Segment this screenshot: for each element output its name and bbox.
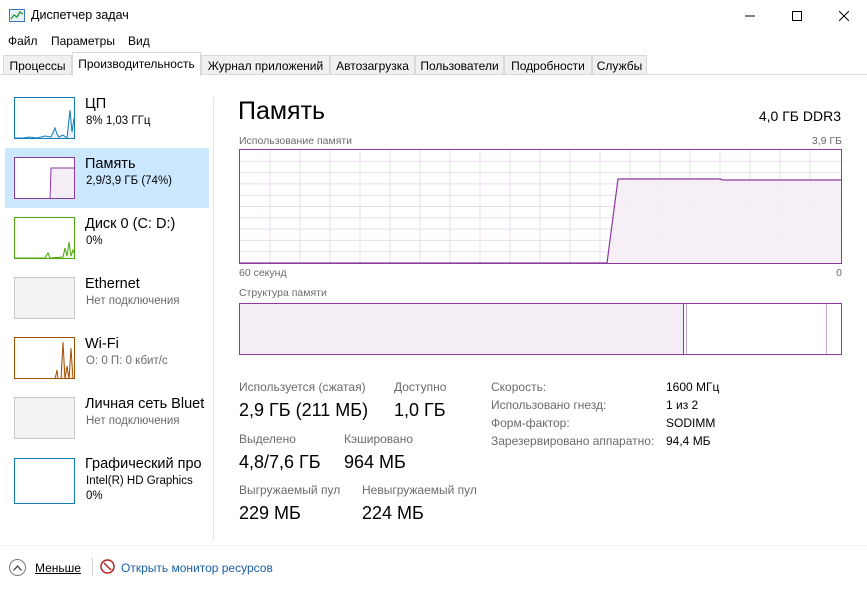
task-manager-icon xyxy=(9,9,25,22)
usage-graph-max: 3,9 ГБ xyxy=(811,135,842,147)
menu-view[interactable]: Вид xyxy=(128,34,150,48)
sidebar-item-sub: 0% xyxy=(86,235,103,247)
form-factor-value: SODIMM xyxy=(666,416,716,430)
in-use-value: 2,9 ГБ (211 МБ) xyxy=(239,400,369,420)
sidebar-item-memory[interactable]: Память 2,9/3,9 ГБ (74%) xyxy=(5,148,209,208)
memory-graph-icon xyxy=(14,157,75,199)
structure-label: Структура памяти xyxy=(239,287,327,299)
window-title: Диспетчер задач xyxy=(31,8,129,22)
structure-in-use xyxy=(240,304,683,354)
sidebar-item-sub: Intel(R) HD Graphics xyxy=(86,475,193,487)
close-button[interactable] xyxy=(821,0,867,31)
form-factor-label: Форм-фактор: xyxy=(491,416,570,430)
committed-value: 4,8/7,6 ГБ xyxy=(239,452,321,472)
tab-details[interactable]: Подробности xyxy=(504,55,592,75)
sidebar-item-sub: 2,9/3,9 ГБ (74%) xyxy=(86,175,173,187)
cached-value: 964 МБ xyxy=(344,452,406,472)
sidebar-item-label: Диск 0 (C: D:) xyxy=(85,216,176,232)
memory-spec: 4,0 ГБ DDR3 xyxy=(758,108,841,124)
title-bar: Диспетчер задач xyxy=(0,0,867,31)
tab-users[interactable]: Пользователи xyxy=(415,55,504,75)
close-icon xyxy=(839,10,849,21)
usage-graph-label: Использование памяти xyxy=(239,135,353,147)
open-resource-monitor-link[interactable]: Открыть монитор ресурсов xyxy=(121,561,273,575)
sidebar-item-sub: 8% 1,03 ГГц xyxy=(86,115,151,127)
menu-bar: Файл Параметры Вид xyxy=(0,31,867,51)
sidebar-item-cpu[interactable]: ЦП 8% 1,03 ГГц xyxy=(5,88,209,148)
menu-options[interactable]: Параметры xyxy=(51,34,115,48)
ethernet-graph-icon xyxy=(14,277,75,319)
footer-divider xyxy=(0,545,867,546)
sidebar-item-label: ЦП xyxy=(85,96,107,112)
sidebar-item-label: Личная сеть Bluet xyxy=(85,396,205,412)
resource-monitor-icon[interactable] xyxy=(100,559,115,574)
structure-separator xyxy=(686,304,687,354)
tab-performance[interactable]: Производительность xyxy=(72,52,201,76)
slots-value: 1 из 2 xyxy=(666,398,699,412)
reserved-label: Зарезервировано аппаратно: xyxy=(491,434,655,448)
menu-file[interactable]: Файл xyxy=(8,34,38,48)
tab-startup[interactable]: Автозагрузка xyxy=(330,55,415,75)
sidebar-item-wifi[interactable]: Wi-Fi О: 0 П: 0 кбит/с xyxy=(5,328,209,388)
slots-label: Использовано гнезд: xyxy=(491,398,607,412)
cached-label: Кэшировано xyxy=(344,432,414,446)
paged-pool-label: Выгружаемый пул xyxy=(239,483,341,497)
disk-graph-icon xyxy=(14,217,75,259)
footer-separator xyxy=(92,558,93,576)
sidebar-item-label: Wi-Fi xyxy=(85,336,119,352)
time-axis-start: 60 секунд xyxy=(239,267,287,279)
tab-processes[interactable]: Процессы xyxy=(3,55,72,75)
tab-app-history[interactable]: Журнал приложений xyxy=(201,55,330,75)
tab-bar: Процессы Производительность Журнал прило… xyxy=(0,52,867,76)
sidebar-item-disk[interactable]: Диск 0 (C: D:) 0% xyxy=(5,208,209,268)
sidebar-item-sub: Нет подключения xyxy=(86,295,180,307)
memory-structure-bar xyxy=(239,303,842,355)
sidebar-item-gpu[interactable]: Графический про Intel(R) HD Graphics 0% xyxy=(5,448,209,512)
speed-value: 1600 МГц xyxy=(666,380,720,394)
time-axis-end: 0 xyxy=(836,267,842,279)
memory-usage-graph xyxy=(239,149,842,264)
speed-label: Скорость: xyxy=(491,380,547,394)
maximize-icon xyxy=(792,10,802,21)
structure-separator xyxy=(826,304,827,354)
fewer-details-button[interactable] xyxy=(9,559,26,576)
committed-label: Выделено xyxy=(239,432,296,446)
reserved-value: 94,4 МБ xyxy=(666,434,711,448)
page-title: Память xyxy=(238,97,326,125)
structure-separator xyxy=(683,304,684,354)
sidebar-item-label: Память xyxy=(85,156,136,172)
sidebar-divider xyxy=(213,97,214,540)
bluetooth-graph-icon xyxy=(14,397,75,439)
nonpaged-pool-label: Невыгружаемый пул xyxy=(362,483,477,497)
available-label: Доступно xyxy=(394,380,447,394)
available-value: 1,0 ГБ xyxy=(394,400,446,420)
chevron-up-icon xyxy=(13,564,22,571)
minimize-button[interactable] xyxy=(727,0,773,31)
fewer-details-label[interactable]: Меньше xyxy=(35,561,81,575)
sidebar-item-sub2: 0% xyxy=(86,490,103,502)
sidebar-item-bluetooth[interactable]: Личная сеть Bluet Нет подключения xyxy=(5,388,209,448)
memory-usage-chart xyxy=(240,150,841,263)
cpu-graph-icon xyxy=(14,97,75,139)
maximize-button[interactable] xyxy=(774,0,820,31)
nonpaged-pool-value: 224 МБ xyxy=(362,503,424,523)
tab-services[interactable]: Службы xyxy=(592,55,647,75)
sidebar-item-label: Графический про xyxy=(85,456,202,472)
gpu-graph-icon xyxy=(14,458,75,504)
paged-pool-value: 229 МБ xyxy=(239,503,301,523)
in-use-label: Используется (сжатая) xyxy=(239,380,366,394)
sidebar-item-sub: Нет подключения xyxy=(86,415,180,427)
wifi-graph-icon xyxy=(14,337,75,379)
sidebar-item-ethernet[interactable]: Ethernet Нет подключения xyxy=(5,268,209,328)
sidebar-item-sub: О: 0 П: 0 кбит/с xyxy=(86,355,168,367)
sidebar-item-label: Ethernet xyxy=(85,276,140,292)
minimize-icon xyxy=(745,15,755,16)
